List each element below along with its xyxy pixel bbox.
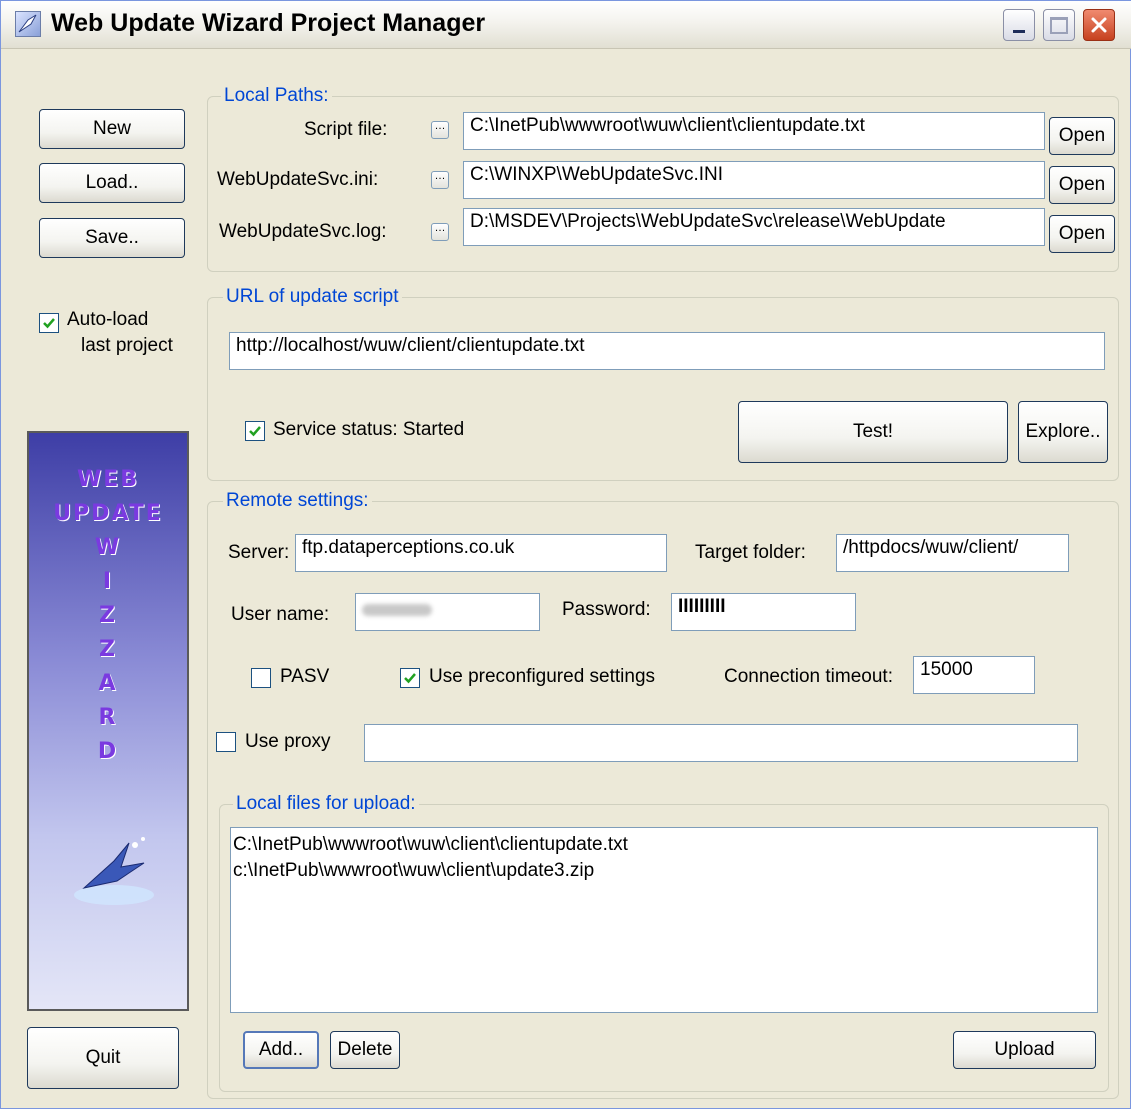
- log-file-input[interactable]: D:\MSDEV\Projects\WebUpdateSvc\release\W…: [463, 208, 1045, 246]
- autoload-label-line2: last project: [81, 335, 173, 356]
- wizard-figure-icon: [74, 837, 154, 905]
- banner-letters-update: Update: [53, 501, 163, 526]
- target-folder-input[interactable]: /httpdocs/wuw/client/: [836, 534, 1069, 572]
- minimize-button[interactable]: [1003, 9, 1035, 41]
- script-file-input[interactable]: C:\InetPub\wwwroot\wuw\client\clientupda…: [463, 112, 1045, 150]
- banner-letter: W: [94, 535, 122, 560]
- preconfigured-label: Use preconfigured settings: [429, 666, 656, 687]
- title-bar[interactable]: Web Update Wizard Project Manager: [1, 1, 1131, 49]
- autoload-label-line1: Auto-load: [67, 309, 149, 330]
- add-button[interactable]: Add..: [243, 1031, 319, 1069]
- upload-files-list[interactable]: C:\InetPub\wwwroot\wuw\client\clientupda…: [230, 827, 1098, 1013]
- window-title: Web Update Wizard Project Manager: [51, 9, 486, 37]
- open-ini-button[interactable]: Open: [1049, 166, 1115, 204]
- use-proxy-checkbox[interactable]: [216, 732, 236, 752]
- explore-button[interactable]: Explore..: [1018, 401, 1108, 463]
- banner-letter: d: [97, 739, 119, 764]
- banner-letters-web: Web: [76, 467, 140, 492]
- proxy-input[interactable]: [364, 724, 1078, 762]
- server-input[interactable]: ftp.dataperceptions.co.uk: [295, 534, 667, 572]
- browse-log-button[interactable]: …: [431, 223, 449, 241]
- upload-files-legend: Local files for upload:: [233, 793, 419, 815]
- log-file-label: WebUpdateSvc.log:: [219, 221, 387, 242]
- ini-file-label: WebUpdateSvc.ini:: [217, 169, 379, 190]
- user-name-input[interactable]: [355, 593, 540, 631]
- service-status-label: Service status: Started: [273, 419, 465, 440]
- banner-letter: a: [98, 671, 118, 696]
- service-status-checkbox[interactable]: [245, 421, 265, 441]
- test-button[interactable]: Test!: [738, 401, 1008, 463]
- ini-file-input[interactable]: C:\WINXP\WebUpdateSvc.INI: [463, 161, 1045, 199]
- pasv-checkbox[interactable]: [251, 668, 271, 688]
- connection-timeout-label: Connection timeout:: [724, 666, 893, 687]
- user-name-label: User name:: [231, 604, 330, 625]
- banner-letter: z: [99, 637, 117, 662]
- list-item[interactable]: C:\InetPub\wwwroot\wuw\client\clientupda…: [233, 832, 1097, 858]
- server-label: Server:: [228, 542, 290, 563]
- list-item[interactable]: c:\InetPub\wwwroot\wuw\client\update3.zi…: [233, 858, 1097, 884]
- banner-lettering: Web Update W i z z a r d: [29, 463, 187, 769]
- autoload-checkbox[interactable]: [39, 313, 59, 333]
- new-button[interactable]: New: [39, 109, 185, 149]
- update-script-url-input[interactable]: http://localhost/wuw/client/clientupdate…: [229, 332, 1105, 370]
- minimize-icon: [1013, 29, 1025, 33]
- banner-letter: i: [102, 569, 114, 594]
- upload-button[interactable]: Upload: [953, 1031, 1096, 1069]
- close-button[interactable]: [1083, 9, 1115, 41]
- preconfigured-checkbox[interactable]: [400, 668, 420, 688]
- browse-ini-button[interactable]: …: [431, 171, 449, 189]
- load-button[interactable]: Load..: [39, 163, 185, 203]
- script-file-label: Script file:: [304, 119, 388, 140]
- connection-timeout-input[interactable]: 15000: [913, 656, 1035, 694]
- save-button[interactable]: Save..: [39, 218, 185, 258]
- open-script-button[interactable]: Open: [1049, 117, 1115, 155]
- app-icon: [15, 11, 41, 37]
- url-legend: URL of update script: [223, 286, 402, 308]
- maximize-button[interactable]: [1043, 9, 1075, 41]
- banner-letter: z: [99, 603, 117, 628]
- browse-script-button[interactable]: …: [431, 121, 449, 139]
- quit-button[interactable]: Quit: [27, 1027, 179, 1089]
- maximize-icon: [1050, 16, 1068, 34]
- remote-settings-legend: Remote settings:: [223, 490, 372, 512]
- checkmark-icon: [404, 673, 416, 684]
- password-input[interactable]: IIIIIIIII: [671, 593, 856, 631]
- checkmark-icon: [43, 318, 55, 329]
- password-label: Password:: [562, 599, 651, 620]
- open-log-button[interactable]: Open: [1049, 215, 1115, 253]
- blurred-username: [362, 604, 432, 616]
- use-proxy-label: Use proxy: [245, 731, 331, 752]
- delete-button[interactable]: Delete: [330, 1031, 400, 1069]
- banner-letter: r: [98, 705, 118, 730]
- target-folder-label: Target folder:: [695, 542, 806, 563]
- project-manager-window: Web Update Wizard Project Manager New Lo…: [0, 0, 1131, 1109]
- local-paths-legend: Local Paths:: [221, 85, 332, 107]
- close-icon: [1091, 17, 1107, 33]
- wizard-banner-image: Web Update W i z z a r d: [27, 431, 189, 1011]
- pasv-label: PASV: [280, 666, 330, 687]
- checkmark-icon: [249, 426, 261, 437]
